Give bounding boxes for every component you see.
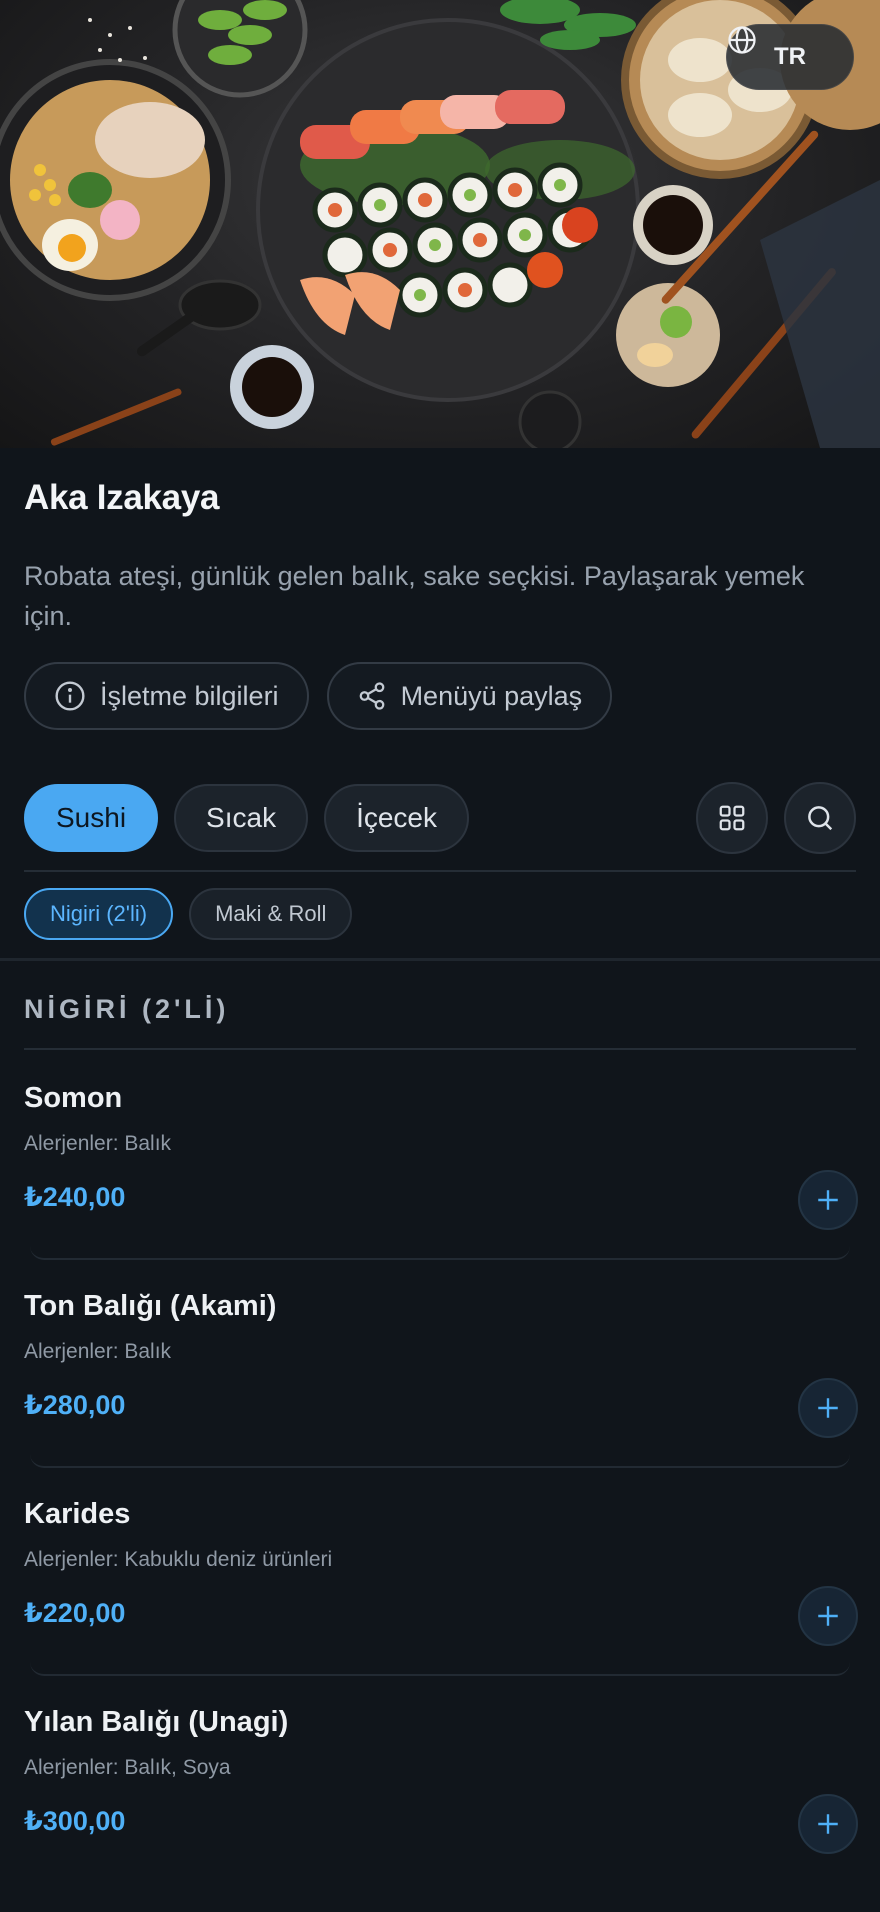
subcategory-tabs: Nigiri (2'li) Maki & Roll xyxy=(24,888,353,940)
tab-icecek[interactable]: İçecek xyxy=(324,784,470,852)
search-button[interactable] xyxy=(784,782,856,854)
add-to-cart-button[interactable] xyxy=(798,1170,858,1230)
business-info-button[interactable]: İşletme bilgileri xyxy=(24,662,309,730)
plus-icon xyxy=(818,1814,838,1834)
menu-item[interactable]: Karides Alerjenler: Kabuklu deniz ürünle… xyxy=(0,1498,880,1706)
item-allergens: Alerjenler: Balık xyxy=(24,1132,172,1155)
menu-item[interactable]: Yılan Balığı (Unagi) Alerjenler: Balık, … xyxy=(0,1706,880,1912)
business-info-label: İşletme bilgileri xyxy=(100,680,279,711)
plus-icon xyxy=(818,1398,838,1418)
language-code: TR xyxy=(774,43,806,70)
plus-icon xyxy=(818,1606,838,1626)
divider xyxy=(24,870,856,872)
language-button[interactable]: TR xyxy=(726,24,854,90)
item-allergens: Alerjenler: Balık, Soya xyxy=(24,1756,231,1779)
hero-image: TR xyxy=(0,0,880,448)
item-price: ₺240,00 xyxy=(24,1182,126,1212)
item-name: Ton Balığı (Akami) xyxy=(24,1290,277,1322)
item-price: ₺220,00 xyxy=(24,1598,126,1628)
tab-sushi[interactable]: Sushi xyxy=(24,784,159,852)
item-separator xyxy=(30,1454,850,1468)
share-menu-button[interactable]: Menüyü paylaş xyxy=(326,662,613,730)
menu-item[interactable]: Somon Alerjenler: Balık ₺240,00 xyxy=(0,1082,880,1290)
subtab-nigiri[interactable]: Nigiri (2'li) xyxy=(24,888,174,940)
globe-icon xyxy=(728,26,756,54)
item-name: Karides xyxy=(24,1498,131,1530)
subtab-maki-roll[interactable]: Maki & Roll xyxy=(189,888,353,940)
item-price: ₺300,00 xyxy=(24,1806,126,1836)
section-title: NİGİRİ (2'Lİ) xyxy=(24,994,230,1024)
tab-sicak[interactable]: Sıcak xyxy=(174,784,309,852)
divider xyxy=(0,958,880,961)
restaurant-name: Aka Izakaya xyxy=(24,478,220,517)
share-icon xyxy=(359,682,384,710)
share-menu-label: Menüyü paylaş xyxy=(400,680,583,711)
action-row: İşletme bilgileri Menüyü paylaş xyxy=(24,662,613,730)
grid-icon xyxy=(719,805,745,831)
info-icon xyxy=(55,681,85,711)
add-to-cart-button[interactable] xyxy=(798,1586,858,1646)
item-separator xyxy=(30,1246,850,1260)
search-icon xyxy=(808,806,833,831)
divider xyxy=(24,1048,856,1050)
restaurant-description: Robata ateşi, günlük gelen balık, sake s… xyxy=(24,561,805,631)
item-separator xyxy=(30,1662,850,1676)
item-name: Yılan Balığı (Unagi) xyxy=(24,1706,289,1738)
add-to-cart-button[interactable] xyxy=(798,1378,858,1438)
item-allergens: Alerjenler: Kabuklu deniz ürünleri xyxy=(24,1548,333,1571)
plus-icon xyxy=(818,1190,838,1210)
category-tabs: Sushi Sıcak İçecek xyxy=(24,784,470,852)
item-allergens: Alerjenler: Balık xyxy=(24,1340,172,1363)
item-name: Somon xyxy=(24,1082,123,1114)
menu-item[interactable]: Ton Balığı (Akami) Alerjenler: Balık ₺28… xyxy=(0,1290,880,1498)
grid-view-button[interactable] xyxy=(696,782,768,854)
item-price: ₺280,00 xyxy=(24,1390,126,1420)
add-to-cart-button[interactable] xyxy=(798,1794,858,1854)
